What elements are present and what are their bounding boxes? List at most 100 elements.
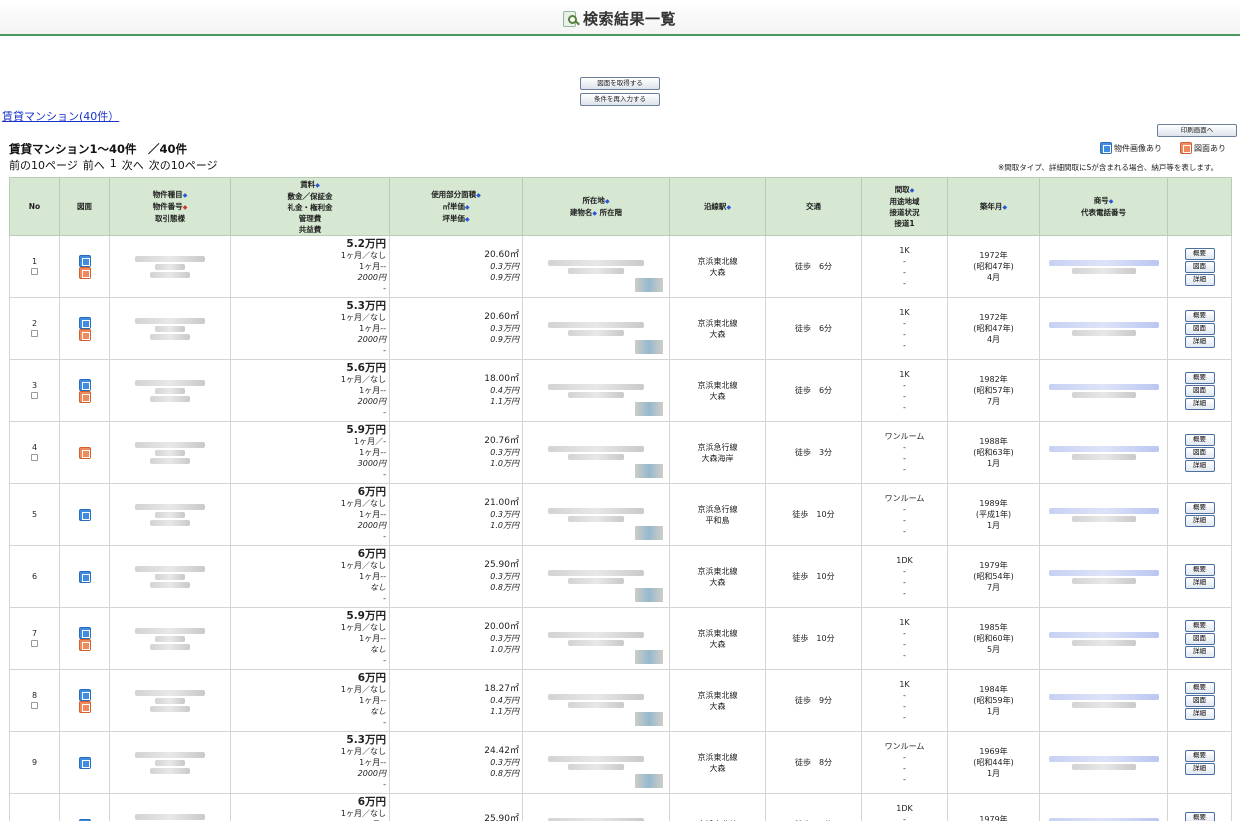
reenter-conditions-button[interactable]: 条件を再入力する: [580, 93, 660, 106]
building-thumbnail[interactable]: [635, 278, 663, 292]
row-access: 徒歩 6分: [765, 235, 862, 298]
building-thumbnail[interactable]: [635, 588, 663, 602]
row-rent: 6万円 1ヶ月／なし 1ヶ月‐- 2000円 -: [230, 483, 390, 546]
prev-page-link[interactable]: 前へ: [83, 157, 105, 173]
detail-button[interactable]: 詳細: [1184, 645, 1215, 658]
plan-button[interactable]: 図面: [1184, 694, 1215, 707]
table-row[interactable]: 8 6万円 1ヶ月／なし 1ヶ月‐- なし -18.27㎡ 0.4万円 1.1万円 京浜東北線大…: [9, 669, 1232, 732]
table-row[interactable]: 6 6万円 1ヶ月／なし 1ヶ月‐- なし -25.90㎡ 0.3万円 0.8万円 京浜東北線大…: [9, 545, 1232, 608]
col-access: 交通: [765, 177, 862, 236]
table-row[interactable]: 5 6万円 1ヶ月／なし 1ヶ月‐- 2000円 -21.00㎡ 0.3万円 1.0万円 京浜急…: [9, 483, 1232, 546]
photo-icon[interactable]: [78, 570, 91, 583]
plan-icon[interactable]: [78, 328, 91, 341]
plan-button[interactable]: 図面: [1184, 322, 1215, 335]
next-10-pages-link[interactable]: 次の10ページ: [149, 157, 218, 173]
plan-icon[interactable]: [78, 266, 91, 279]
overview-button[interactable]: 概要: [1184, 371, 1215, 384]
row-checkbox[interactable]: [31, 391, 38, 399]
col-agent[interactable]: 商号◆ 代表電話番号: [1039, 177, 1168, 236]
table-row[interactable]: 2 5.3万円 1ヶ月／なし 1ヶ月‐- 2000円 -20.60㎡ 0.3万円 0.9万円 京…: [9, 297, 1232, 360]
row-access: 徒歩 3分: [765, 421, 862, 484]
table-row[interactable]: 1 5.2万円 1ヶ月／なし 1ヶ月‐- 2000円 -20.60㎡ 0.3万円 0.9万円 京…: [9, 235, 1232, 298]
detail-button[interactable]: 詳細: [1184, 577, 1215, 589]
photo-icon[interactable]: [78, 254, 91, 267]
detail-button[interactable]: 詳細: [1184, 515, 1215, 527]
plan-icon[interactable]: [78, 390, 91, 403]
building-thumbnail[interactable]: [635, 464, 663, 478]
row-no: 3: [9, 359, 60, 422]
detail-button[interactable]: 詳細: [1184, 273, 1215, 286]
photo-icon[interactable]: [78, 378, 91, 391]
get-plans-button[interactable]: 図面を取得する: [580, 77, 660, 90]
detail-button[interactable]: 詳細: [1184, 459, 1215, 472]
search-document-icon: [562, 10, 580, 28]
category-link[interactable]: 賃貸マンション(40件）: [2, 108, 119, 124]
prev-10-pages-link[interactable]: 前の10ページ: [9, 157, 78, 173]
col-built[interactable]: 築年月◆: [947, 177, 1040, 236]
overview-button[interactable]: 概要: [1184, 681, 1215, 694]
next-page-link[interactable]: 次へ: [122, 157, 144, 173]
overview-button[interactable]: 概要: [1184, 750, 1215, 762]
plan-icon[interactable]: [78, 700, 91, 713]
row-agent-redacted: [1039, 235, 1168, 298]
col-address[interactable]: 所在地◆ 建物名◆ 所在階: [522, 177, 670, 236]
row-access: 徒歩 6分: [765, 359, 862, 422]
row-layout: 1K - - -: [861, 235, 948, 298]
col-area[interactable]: 使用部分面積◆ ㎡単価◆ 坪単価◆: [389, 177, 523, 236]
plan-button[interactable]: 図面: [1184, 632, 1215, 645]
building-thumbnail[interactable]: [635, 526, 663, 540]
col-plan: 図面: [59, 177, 110, 236]
plan-button[interactable]: 図面: [1184, 260, 1215, 273]
row-checkbox[interactable]: [31, 329, 38, 337]
row-media: [59, 545, 110, 608]
building-thumbnail[interactable]: [635, 340, 663, 354]
building-thumbnail[interactable]: [635, 650, 663, 664]
row-media: [59, 607, 110, 670]
row-rent: 5.9万円 1ヶ月／なし 1ヶ月‐- なし -: [230, 607, 390, 670]
overview-button[interactable]: 概要: [1184, 502, 1215, 514]
col-rent[interactable]: 賃料◆ 敷金／保証金 礼金・権利金 管理費 共益費: [230, 177, 390, 236]
detail-button[interactable]: 詳細: [1184, 397, 1215, 410]
col-type[interactable]: 物件種目◆ 物件番号◆ 取引態様: [109, 177, 231, 236]
overview-button[interactable]: 概要: [1184, 247, 1215, 260]
plan-button[interactable]: 図面: [1184, 384, 1215, 397]
table-row[interactable]: 3 5.6万円 1ヶ月／なし 1ヶ月‐- 2000円 -18.00㎡ 0.4万円 1.1万円 京…: [9, 359, 1232, 422]
row-checkbox[interactable]: [31, 453, 38, 461]
row-checkbox[interactable]: [31, 267, 38, 275]
photo-icon[interactable]: [78, 756, 91, 769]
legend: 物件画像あり 図面あり: [1100, 142, 1226, 154]
row-checkbox[interactable]: [31, 639, 38, 647]
row-type-redacted: [109, 793, 231, 821]
overview-button[interactable]: 概要: [1184, 619, 1215, 632]
plan-button[interactable]: 図面: [1184, 446, 1215, 459]
plan-icon[interactable]: [78, 446, 91, 459]
table-row[interactable]: 10 6万円1ヶ月／なし1ヶ月‐--25.90㎡0.3万円 京浜東北線徒歩 7分1D…: [9, 793, 1232, 821]
building-thumbnail[interactable]: [635, 774, 663, 788]
row-line: 京浜東北線 大森: [669, 607, 766, 670]
overview-button[interactable]: 概要: [1184, 433, 1215, 446]
detail-button[interactable]: 詳細: [1184, 763, 1215, 775]
table-row[interactable]: 7 5.9万円 1ヶ月／なし 1ヶ月‐- なし -20.00㎡ 0.3万円 1.0万円 京浜東北…: [9, 607, 1232, 670]
photo-icon[interactable]: [78, 316, 91, 329]
detail-button[interactable]: 詳細: [1184, 335, 1215, 348]
row-layout: 1K - - -: [861, 359, 948, 422]
photo-icon[interactable]: [78, 688, 91, 701]
photo-icon[interactable]: [78, 508, 91, 521]
overview-button[interactable]: 概要: [1184, 812, 1215, 821]
overview-button[interactable]: 概要: [1184, 564, 1215, 576]
table-row[interactable]: 9 5.3万円 1ヶ月／なし 1ヶ月‐- 2000円 -24.42㎡ 0.3万円 0.8万円 京…: [9, 731, 1232, 794]
overview-button[interactable]: 概要: [1184, 309, 1215, 322]
detail-button[interactable]: 詳細: [1184, 707, 1215, 720]
row-media: [59, 793, 110, 821]
col-layout[interactable]: 間取◆ 用途地域 接道状況 接道1: [861, 177, 948, 236]
print-screen-button[interactable]: 印刷画面へ: [1157, 124, 1237, 137]
row-address-redacted: [522, 483, 670, 546]
row-checkbox[interactable]: [31, 701, 38, 709]
table-row[interactable]: 4 5.9万円 1ヶ月／- 1ヶ月‐- 3000円 -20.76㎡ 0.3万円 1.0万円 京浜…: [9, 421, 1232, 484]
row-agent-redacted: [1039, 669, 1168, 732]
photo-icon[interactable]: [78, 626, 91, 639]
building-thumbnail[interactable]: [635, 712, 663, 726]
col-line[interactable]: 沿線駅◆: [669, 177, 766, 236]
plan-icon[interactable]: [78, 638, 91, 651]
building-thumbnail[interactable]: [635, 402, 663, 416]
